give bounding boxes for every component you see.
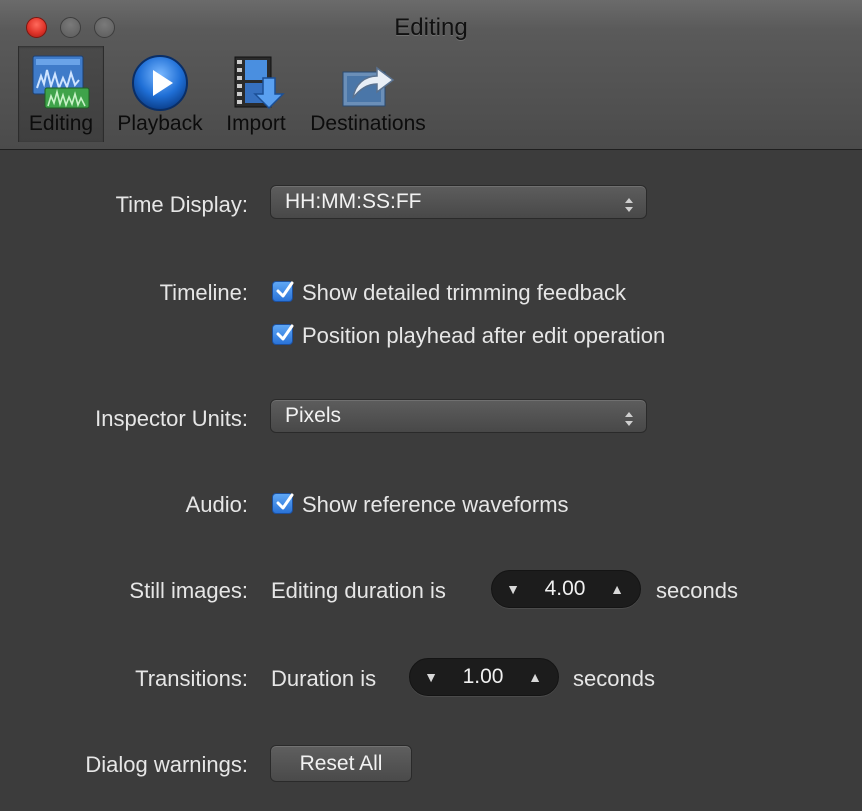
- position-playhead-label[interactable]: Position playhead after edit operation: [302, 323, 665, 349]
- show-reference-waveforms-checkbox[interactable]: [272, 493, 294, 514]
- still-images-prefix: Editing duration is: [271, 578, 446, 603]
- tab-import[interactable]: Import: [218, 46, 294, 142]
- editing-waveform-icon: [29, 54, 93, 116]
- timeline-label: Timeline:: [159, 280, 248, 305]
- transitions-prefix: Duration is: [271, 666, 377, 691]
- show-trimming-feedback-checkbox[interactable]: [272, 281, 294, 302]
- checkmark-icon: [276, 324, 294, 341]
- transitions-suffix: seconds: [573, 666, 655, 691]
- time-display-label: Time Display:: [115, 192, 248, 217]
- still-images-duration-value[interactable]: 4.00: [528, 571, 602, 607]
- show-trimming-feedback-label[interactable]: Show detailed trimming feedback: [302, 280, 626, 306]
- position-playhead-checkbox[interactable]: [272, 324, 294, 345]
- still-images-label: Still images:: [129, 578, 248, 603]
- window-title: Editing: [394, 14, 468, 41]
- tab-editing-label: Editing: [28, 112, 94, 135]
- tab-import-label: Import: [226, 112, 286, 135]
- transitions-label: Transitions:: [135, 666, 248, 691]
- reset-all-button[interactable]: Reset All: [270, 745, 412, 782]
- checkmark-icon: [276, 493, 294, 510]
- inspector-units-popup[interactable]: Pixels: [270, 399, 647, 433]
- tab-destinations[interactable]: Destinations: [302, 46, 434, 142]
- title-bar: Editing Editing Playback Import Destinat…: [0, 0, 862, 150]
- inspector-units-value: Pixels: [285, 404, 342, 427]
- increment-icon[interactable]: ▲: [520, 659, 550, 695]
- popup-arrows-icon: [624, 193, 634, 213]
- preferences-window: Editing Editing Playback Import Destinat…: [0, 0, 862, 811]
- tab-destinations-label: Destinations: [310, 112, 426, 135]
- audio-label: Audio:: [185, 492, 248, 517]
- tab-playback[interactable]: Playback: [112, 46, 208, 142]
- tab-playback-label: Playback: [117, 112, 203, 135]
- play-circle-icon: [131, 54, 189, 118]
- share-arrow-icon: [339, 54, 397, 118]
- decrement-icon[interactable]: ▼: [498, 571, 528, 607]
- time-display-popup[interactable]: HH:MM:SS:FF: [270, 185, 647, 219]
- show-reference-waveforms-label[interactable]: Show reference waveforms: [302, 492, 569, 518]
- still-images-suffix: seconds: [656, 578, 738, 603]
- tab-editing[interactable]: Editing: [18, 46, 104, 142]
- transitions-duration-value[interactable]: 1.00: [446, 659, 520, 695]
- popup-arrows-icon: [624, 407, 634, 427]
- increment-icon[interactable]: ▲: [602, 571, 632, 607]
- decrement-icon[interactable]: ▼: [416, 659, 446, 695]
- import-film-icon: [227, 54, 285, 118]
- inspector-units-label: Inspector Units:: [95, 406, 248, 431]
- transitions-duration-stepper[interactable]: ▼ 1.00 ▲: [409, 658, 559, 696]
- checkmark-icon: [276, 281, 294, 298]
- time-display-value: HH:MM:SS:FF: [285, 190, 422, 213]
- dialog-warnings-label: Dialog warnings:: [85, 752, 248, 777]
- still-images-duration-stepper[interactable]: ▼ 4.00 ▲: [491, 570, 641, 608]
